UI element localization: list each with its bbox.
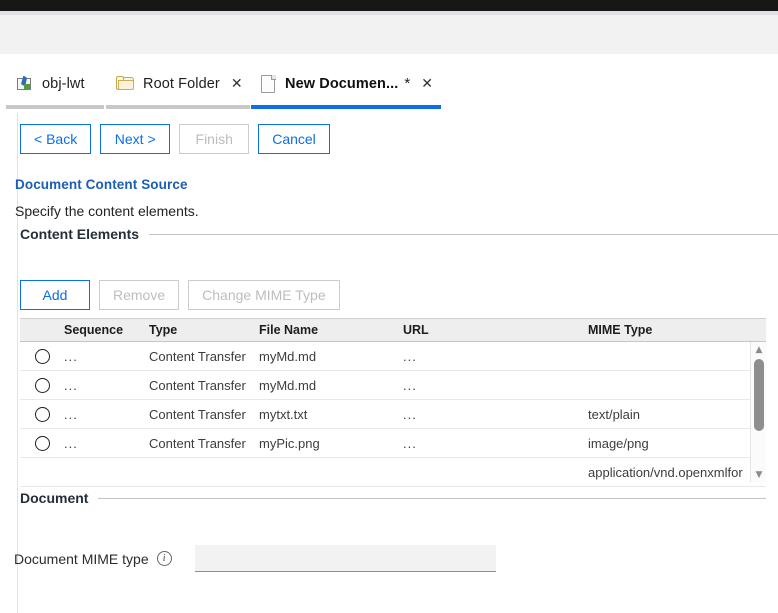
document-mime-type-label: Document MIME type bbox=[14, 550, 149, 567]
column-header-sequence[interactable]: Sequence bbox=[64, 323, 149, 337]
image-file-icon bbox=[16, 75, 33, 92]
change-mime-type-button: Change MIME Type bbox=[188, 280, 340, 310]
table-row[interactable]: application/vnd.openxmlfor bbox=[20, 458, 766, 487]
row-select-cell bbox=[20, 377, 64, 393]
tab-dirty-marker: * bbox=[404, 75, 411, 92]
cancel-button[interactable]: Cancel bbox=[258, 124, 330, 154]
application-window: obj-lwt Root Folder ✕ New Documen... * ✕… bbox=[0, 0, 778, 613]
section-label: Content Elements bbox=[20, 226, 140, 242]
tab-label: Root Folder bbox=[143, 75, 220, 92]
cell-type: Content Transfer bbox=[149, 406, 246, 422]
section-document: Document bbox=[20, 490, 766, 506]
cell-mime-type: text/plain bbox=[588, 406, 641, 422]
window-titlebar bbox=[0, 0, 778, 11]
content-element-actions: Add Remove Change MIME Type bbox=[20, 280, 340, 310]
tab-close-icon[interactable]: ✕ bbox=[231, 77, 243, 91]
table-vertical-scrollbar[interactable]: ▲ ▼ bbox=[750, 342, 766, 482]
table-row[interactable]: ... Content Transfer myPic.png ... image… bbox=[20, 429, 766, 458]
tab-close-icon[interactable]: ✕ bbox=[421, 77, 433, 91]
editor-tab-strip: obj-lwt Root Folder ✕ New Documen... * ✕ bbox=[0, 54, 778, 113]
row-select-cell bbox=[20, 435, 64, 451]
tab-new-document[interactable]: New Documen... * ✕ bbox=[251, 54, 441, 113]
cell-url: ... bbox=[403, 377, 417, 393]
table-row[interactable]: ... Content Transfer myMd.md ... bbox=[20, 371, 766, 400]
column-header-mime-type[interactable]: MIME Type bbox=[588, 323, 766, 337]
column-header-file-name[interactable]: File Name bbox=[259, 323, 403, 337]
row-radio-button[interactable] bbox=[34, 435, 50, 451]
cell-sequence: ... bbox=[64, 435, 78, 451]
toolbar-band bbox=[0, 15, 778, 54]
cell-file-name: myMd.md bbox=[259, 348, 317, 364]
tab-label: obj-lwt bbox=[42, 75, 85, 92]
table-row[interactable]: ... Content Transfer mytxt.txt ... text/… bbox=[20, 400, 766, 429]
tab-obj-lwt[interactable]: obj-lwt bbox=[6, 54, 104, 113]
page-title: Document Content Source bbox=[15, 177, 188, 192]
document-icon bbox=[261, 74, 276, 93]
tab-label: New Documen... bbox=[285, 75, 399, 92]
scroll-down-icon[interactable]: ▼ bbox=[751, 467, 767, 482]
cell-type: Content Transfer bbox=[149, 348, 246, 364]
cell-type: Content Transfer bbox=[149, 435, 246, 451]
info-icon[interactable]: i bbox=[156, 551, 172, 566]
add-button[interactable]: Add bbox=[20, 280, 90, 310]
folder-icon bbox=[116, 76, 134, 91]
back-button[interactable]: < Back bbox=[20, 124, 92, 154]
row-radio-button[interactable] bbox=[34, 377, 50, 393]
finish-button: Finish bbox=[179, 124, 250, 154]
document-mime-type-input[interactable] bbox=[194, 545, 496, 572]
table-row[interactable]: ... Content Transfer myMd.md ... bbox=[20, 342, 766, 371]
cell-mime-type: application/vnd.openxmlfor bbox=[588, 464, 743, 480]
row-radio-button[interactable] bbox=[34, 406, 50, 422]
section-content-elements: Content Elements bbox=[20, 226, 778, 242]
page-description: Specify the content elements. bbox=[15, 203, 199, 219]
section-rule bbox=[149, 233, 778, 235]
cell-file-name: myPic.png bbox=[259, 435, 320, 451]
column-header-url[interactable]: URL bbox=[403, 323, 588, 337]
cell-file-name: myMd.md bbox=[259, 377, 317, 393]
row-radio-button[interactable] bbox=[34, 348, 50, 364]
scroll-up-icon[interactable]: ▲ bbox=[751, 342, 767, 357]
cell-sequence: ... bbox=[64, 406, 78, 422]
tab-root-folder[interactable]: Root Folder ✕ bbox=[106, 54, 250, 113]
cell-url: ... bbox=[403, 348, 417, 364]
document-mime-type-row: Document MIME type i bbox=[14, 545, 496, 572]
cell-url: ... bbox=[403, 406, 417, 422]
cell-file-name: mytxt.txt bbox=[259, 406, 308, 422]
next-button[interactable]: Next > bbox=[100, 124, 171, 154]
cell-url: ... bbox=[403, 435, 417, 451]
section-rule bbox=[98, 497, 766, 499]
cell-sequence: ... bbox=[64, 348, 78, 364]
column-header-type[interactable]: Type bbox=[149, 323, 259, 337]
content-elements-table: Sequence Type File Name URL MIME Type ..… bbox=[20, 318, 766, 487]
tab-underline bbox=[251, 105, 441, 109]
cell-type: Content Transfer bbox=[149, 377, 246, 393]
section-label: Document bbox=[20, 490, 89, 506]
remove-button: Remove bbox=[99, 280, 180, 310]
row-select-cell bbox=[20, 348, 64, 364]
cell-mime-type: image/png bbox=[588, 435, 649, 451]
tab-underline bbox=[106, 105, 250, 109]
table-header-row: Sequence Type File Name URL MIME Type bbox=[20, 319, 766, 342]
cell-sequence: ... bbox=[64, 377, 78, 393]
scrollbar-thumb[interactable] bbox=[754, 359, 764, 431]
row-select-cell bbox=[20, 406, 64, 422]
tab-underline bbox=[6, 105, 104, 109]
wizard-page: < Back Next > Finish Cancel Document Con… bbox=[0, 113, 778, 613]
wizard-nav-buttons: < Back Next > Finish Cancel bbox=[20, 124, 330, 154]
table-body: ... Content Transfer myMd.md ... ... Con… bbox=[20, 342, 766, 487]
